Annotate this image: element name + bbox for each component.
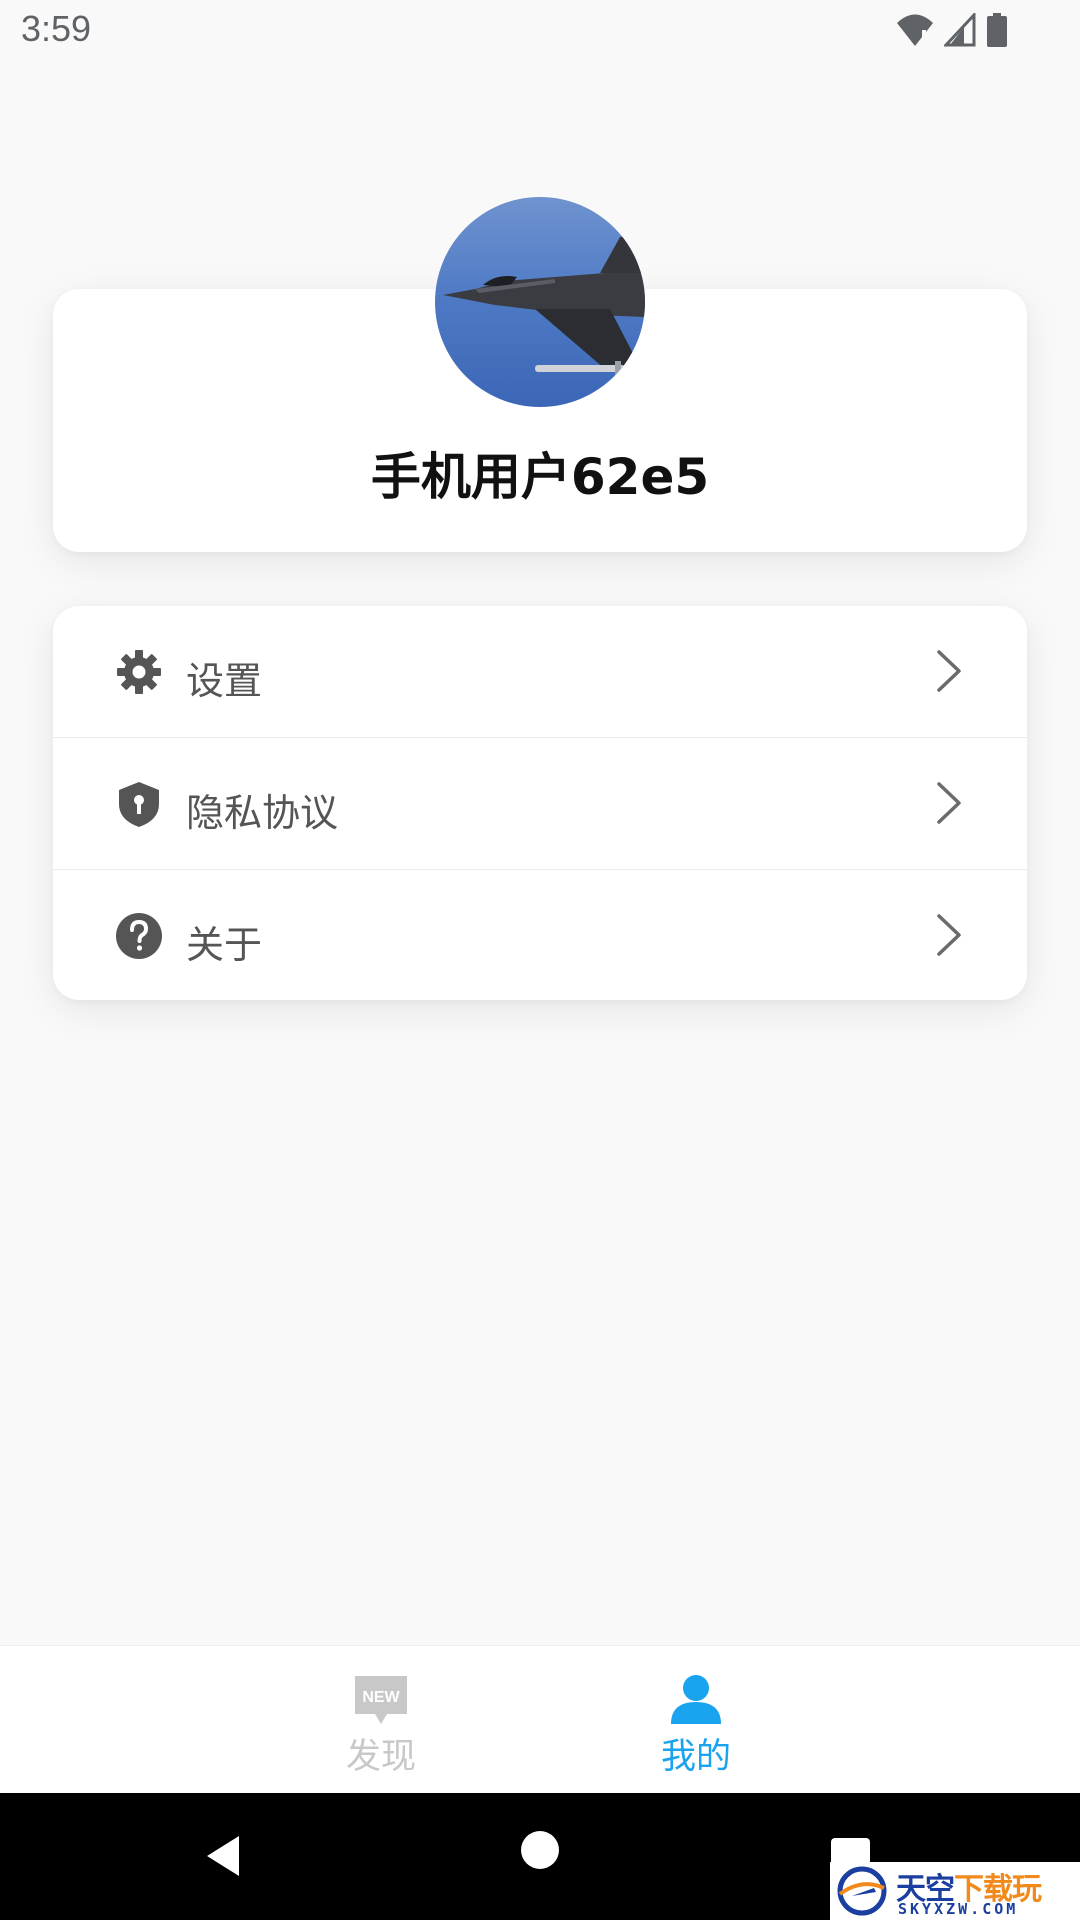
status-bar: 3:59 — [0, 0, 1080, 64]
fighter-jet-avatar — [435, 197, 645, 407]
cell-signal-icon — [944, 13, 976, 47]
home-button[interactable] — [521, 1831, 559, 1869]
menu-item-about[interactable]: 关于 — [53, 869, 1027, 1000]
watermark-subtitle: SKYXZW.COM — [898, 1900, 1019, 1918]
avatar[interactable] — [435, 197, 645, 407]
bottom-tab-bar: NEW 发现 我的 — [0, 1645, 1080, 1794]
menu-item-privacy[interactable]: 隐私协议 — [53, 737, 1027, 869]
tab-label-mine: 我的 — [660, 1737, 731, 1777]
gear-icon — [117, 650, 161, 694]
status-time: 3:59 — [21, 8, 92, 49]
menu-card: 设置 隐私协议 关于 — [53, 606, 1027, 1000]
menu-label-about: 关于 — [186, 923, 263, 967]
chevron-right-icon — [937, 782, 961, 824]
shield-icon — [119, 782, 159, 827]
menu-label-privacy: 隐私协议 — [186, 791, 339, 835]
tab-discover[interactable]: NEW 发现 — [301, 1646, 461, 1794]
username: 手机用户62e5 — [370, 448, 710, 506]
menu-label-settings: 设置 — [186, 659, 263, 703]
watermark-logo: 天空下载玩 SKYXZW.COM — [830, 1862, 1080, 1920]
help-icon — [116, 913, 162, 959]
back-icon[interactable] — [203, 1833, 243, 1879]
globe-plane-icon — [837, 1866, 887, 1916]
wifi-icon — [897, 14, 933, 46]
battery-icon — [987, 13, 1007, 47]
person-icon — [671, 1675, 721, 1724]
new-badge-text: NEW — [362, 1689, 400, 1706]
tab-label-discover: 发现 — [345, 1737, 416, 1777]
menu-item-settings[interactable]: 设置 — [53, 606, 1027, 737]
chevron-right-icon — [937, 914, 961, 956]
new-badge-icon: NEW — [355, 1676, 407, 1724]
tab-mine[interactable]: 我的 — [616, 1646, 776, 1794]
chevron-right-icon — [937, 650, 961, 692]
